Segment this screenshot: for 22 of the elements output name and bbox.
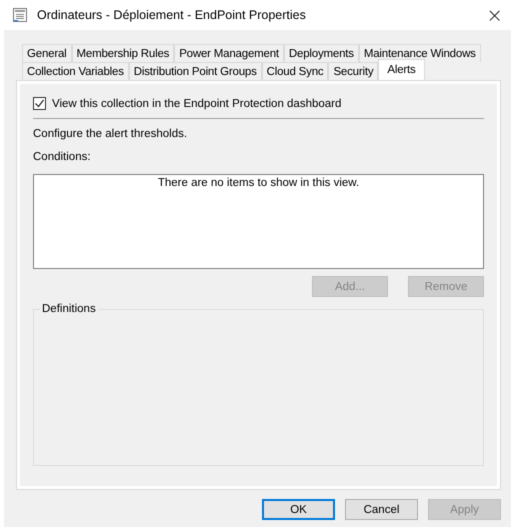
tab[interactable]: Security [328,62,378,80]
conditions-list[interactable]: There are no items to show in this view. [33,174,484,269]
close-button[interactable]: × [474,3,515,27]
conditions-label: Conditions: [33,151,92,163]
tab[interactable]: Maintenance Windows [358,44,481,62]
tab[interactable]: Distribution Point Groups [128,62,262,80]
empty-message: There are no items to show in this view. [158,177,360,191]
window-title: Ordinateurs - Déploiement - EndPoint Properties [37,8,307,22]
tab[interactable]: Deployments [284,44,359,62]
dialog-button[interactable]: OK [262,499,335,520]
tab[interactable]: Power Management [174,44,284,62]
checkbox-label: View this collection in the Endpoint Protection dashboard [52,98,342,110]
tab[interactable]: Collection Variables [22,62,129,80]
group-label: Definitions [40,303,98,315]
checkbox[interactable] [33,97,46,110]
tab[interactable]: Alerts [378,59,425,80]
window-icon [12,7,28,23]
tab[interactable]: Membership Rules [72,44,174,62]
dialog-button[interactable]: Cancel [345,499,418,520]
tab[interactable]: General [22,44,72,62]
intro-text: Configure the alert thresholds. [33,128,188,140]
tab[interactable]: Cloud Sync [262,62,328,80]
